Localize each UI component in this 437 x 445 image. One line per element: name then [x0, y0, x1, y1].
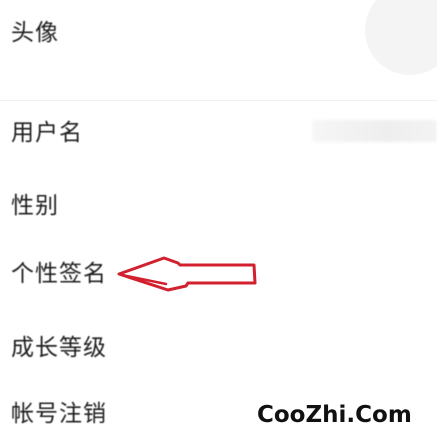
- arrow-annotation-icon: [117, 256, 257, 292]
- username-row-label: 用户名: [11, 120, 83, 146]
- avatar-row-label: 头像: [11, 20, 59, 46]
- profile-settings-list: 头像 用户名 性别 个性签名 成长等级 帐号注销: [0, 0, 437, 445]
- arrow-annotation-outline: [117, 256, 257, 292]
- signature-row-label: 个性签名: [11, 261, 107, 287]
- gender-row[interactable]: 性别: [0, 172, 437, 242]
- avatar[interactable]: [365, 0, 437, 75]
- gender-row-label: 性别: [11, 193, 59, 219]
- username-value-blurred: [312, 120, 437, 142]
- growth-level-row[interactable]: 成长等级: [0, 313, 437, 385]
- avatar-row[interactable]: 头像: [0, 0, 437, 90]
- account-deletion-row-label: 帐号注销: [11, 401, 107, 427]
- watermark-text: CooZhi.Com: [257, 402, 412, 428]
- growth-level-row-label: 成长等级: [11, 335, 107, 361]
